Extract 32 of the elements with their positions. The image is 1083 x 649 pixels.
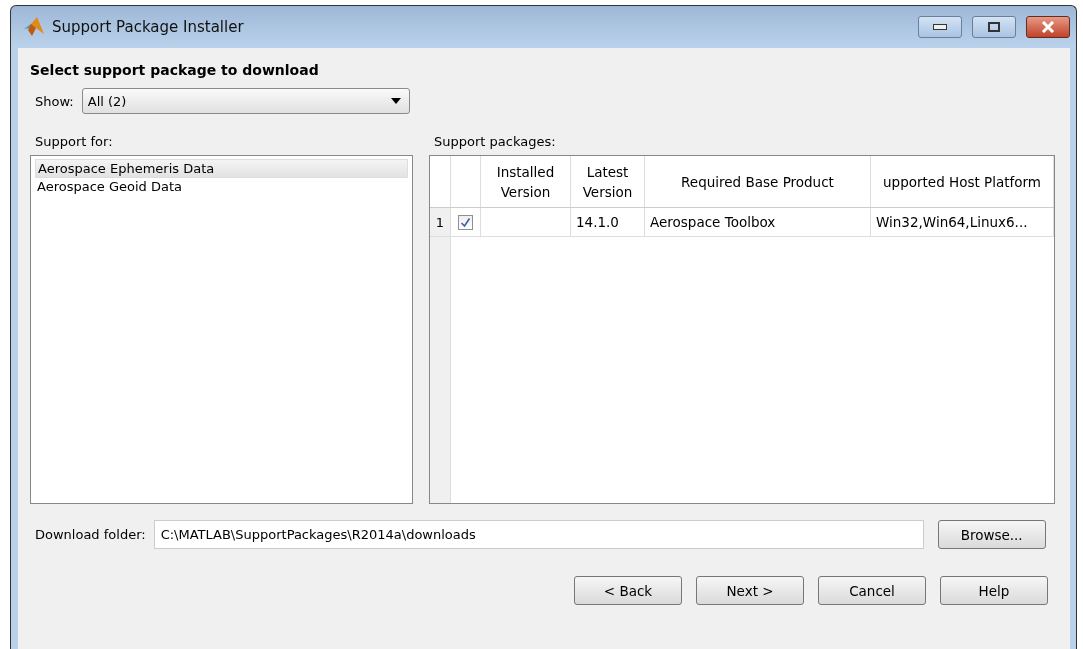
dialog-button[interactable]: Cancel [818,576,926,605]
table-label: Support packages: [434,134,556,149]
window-title: Support Package Installer [52,18,245,36]
caret-icon [390,98,401,104]
column-header[interactable]: Latest Version [571,156,645,207]
minimize-icon [933,24,947,30]
close-button[interactable] [1026,16,1070,38]
column-header[interactable]: upported Host Platform [871,156,1054,207]
table-cell: Win32,Win64,Linux6... [876,214,1028,230]
row-number: 1 [435,214,445,230]
browse-button[interactable]: Browse... [937,520,1046,549]
dialog-button[interactable]: < Back [574,576,682,605]
dialog-button[interactable]: Next > [696,576,804,605]
maximize-button[interactable] [972,16,1016,38]
minimize-button[interactable] [918,16,962,38]
folder-label: Download folder: [35,527,146,542]
show-label: Show: [35,93,74,109]
maximize-icon [988,22,1000,32]
table-cell: 14.1.0 [576,214,619,230]
column-header[interactable]: Required Base Product [645,156,871,207]
dialog-button[interactable]: Help [940,576,1048,605]
table-cell: Aerospace Toolbox [650,214,776,230]
show-dropdown[interactable]: All (2) [81,88,410,114]
peak-logo-icon [22,16,46,38]
list-item[interactable]: Aerospace Geoid Data [35,178,408,197]
folder-field[interactable]: C:\MATLAB\SupportPackages\R2014a\downloads [153,520,924,549]
list-label: Support for: [34,134,114,149]
section-heading: Select support package to download [30,62,320,78]
close-icon [1041,21,1055,33]
checkbox[interactable] [458,214,473,230]
list-item[interactable]: Aerospace Ephemeris Data [35,159,408,178]
column-header[interactable]: Installed Version [481,156,571,207]
